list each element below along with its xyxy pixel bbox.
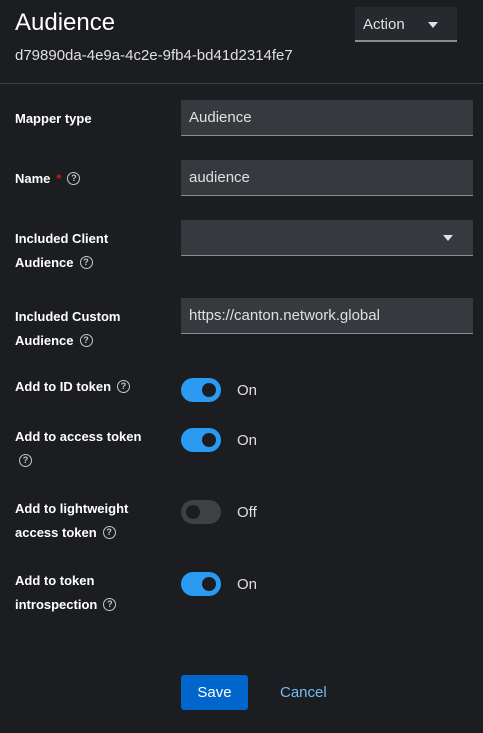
included-client-audience-label-line1: Included Client [15,231,109,246]
caret-down-icon [428,22,438,28]
add-to-lightweight-label-line2: access token [15,525,97,540]
add-to-token-introspection-label-line1: Add to token [15,573,95,588]
included-custom-audience-label-line2: Audience [15,333,74,348]
mapper-type-label: Mapper type [15,107,92,131]
name-label: Name *? [15,167,81,191]
add-to-lightweight-access-token-toggle[interactable] [181,500,221,524]
toggle-knob [202,433,216,447]
save-button[interactable]: Save [181,675,248,710]
add-to-token-introspection-state: On [237,576,258,593]
help-icon[interactable]: ? [102,526,116,540]
help-icon[interactable]: ? [79,256,93,270]
add-to-token-introspection-label: Add to token introspection? [15,569,117,617]
toggle-knob [202,577,216,591]
included-custom-audience-label: Included Custom Audience? [15,305,120,353]
required-marker: * [56,171,62,186]
add-to-access-token-label-text: Add to access token [15,429,142,444]
included-client-audience-label-line2: Audience [15,255,74,270]
add-to-lightweight-label-line1: Add to lightweight [15,501,129,516]
help-icon[interactable]: ? [67,172,81,186]
included-custom-audience-input[interactable]: https://canton.network.global [181,298,473,334]
name-input[interactable]: audience [181,160,473,196]
add-to-access-token-state: On [237,432,258,449]
add-to-access-token-toggle[interactable] [181,428,221,452]
mapper-id: d79890da-4e9a-4c2e-9fb4-bd41d2314fe7 [15,47,293,64]
help-icon[interactable]: ? [19,454,32,468]
page-header: Audience d79890da-4e9a-4c2e-9fb4-bd41d23… [0,0,483,84]
add-to-lightweight-access-token-label: Add to lightweight access token? [15,497,128,545]
page-title: Audience [15,9,116,36]
help-icon[interactable]: ? [103,598,117,612]
help-icon[interactable]: ? [117,380,131,394]
add-to-id-token-label: Add to ID token? [15,375,131,399]
add-to-id-token-label-text: Add to ID token [15,379,112,394]
action-dropdown-button[interactable]: Action [355,7,457,42]
add-to-id-token-state: On [237,382,258,399]
action-label: Action [363,16,405,33]
add-to-token-introspection-toggle[interactable] [181,572,221,596]
add-to-access-token-label: Add to access token ? [15,425,141,473]
add-to-token-introspection-label-line2: introspection [15,597,98,612]
caret-down-icon [443,235,453,241]
included-client-audience-label: Included Client Audience? [15,227,108,275]
included-client-audience-select[interactable] [181,220,473,256]
help-icon[interactable]: ? [79,334,93,348]
included-custom-audience-label-line1: Included Custom [15,309,121,324]
mapper-type-label-text: Mapper type [15,111,92,126]
name-label-text: Name [15,171,51,186]
mapper-type-field: Audience [181,100,473,136]
toggle-knob [202,383,216,397]
cancel-button[interactable]: Cancel [280,675,327,710]
add-to-id-token-toggle[interactable] [181,378,221,402]
add-to-lightweight-access-token-state: Off [237,504,257,521]
toggle-knob [186,505,200,519]
